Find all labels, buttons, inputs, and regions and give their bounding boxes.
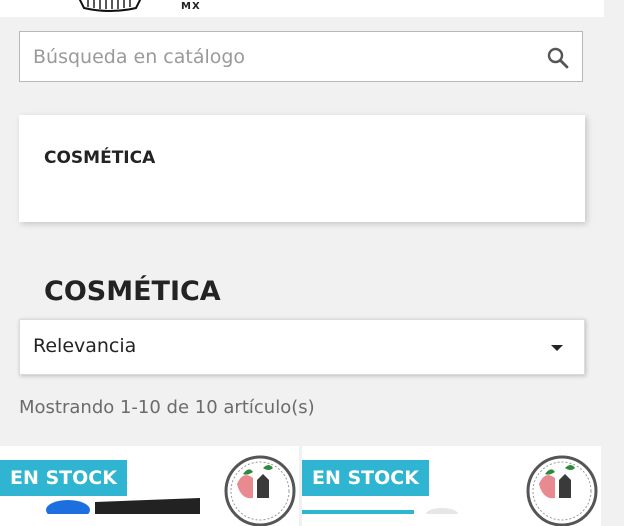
- sort-selected-value: Relevancia: [33, 335, 137, 357]
- brand-seal-icon: [224, 455, 296, 526]
- stock-badge: EN STOCK: [302, 460, 429, 496]
- product-image[interactable]: [0, 494, 230, 514]
- results-count: Mostrando 1-10 de 10 artículo(s): [19, 397, 315, 418]
- product-card[interactable]: EN STOCK: [302, 446, 601, 526]
- search-input[interactable]: [33, 32, 533, 81]
- sort-select[interactable]: Relevancia: [19, 319, 585, 375]
- logo-text: MX: [181, 1, 201, 12]
- search-icon[interactable]: [546, 46, 570, 70]
- product-card[interactable]: EN STOCK: [0, 446, 299, 526]
- category-block: COSMÉTICA: [19, 115, 585, 222]
- brand-seal-icon: [526, 455, 598, 526]
- page-title: COSMÉTICA: [44, 276, 221, 307]
- stock-badge: EN STOCK: [0, 460, 127, 496]
- logo-icon[interactable]: [74, 0, 146, 14]
- category-link[interactable]: COSMÉTICA: [44, 148, 155, 168]
- caret-down-icon: [551, 345, 563, 351]
- search-box: [19, 31, 583, 82]
- header: MX: [0, 0, 604, 17]
- product-image[interactable]: [302, 494, 532, 514]
